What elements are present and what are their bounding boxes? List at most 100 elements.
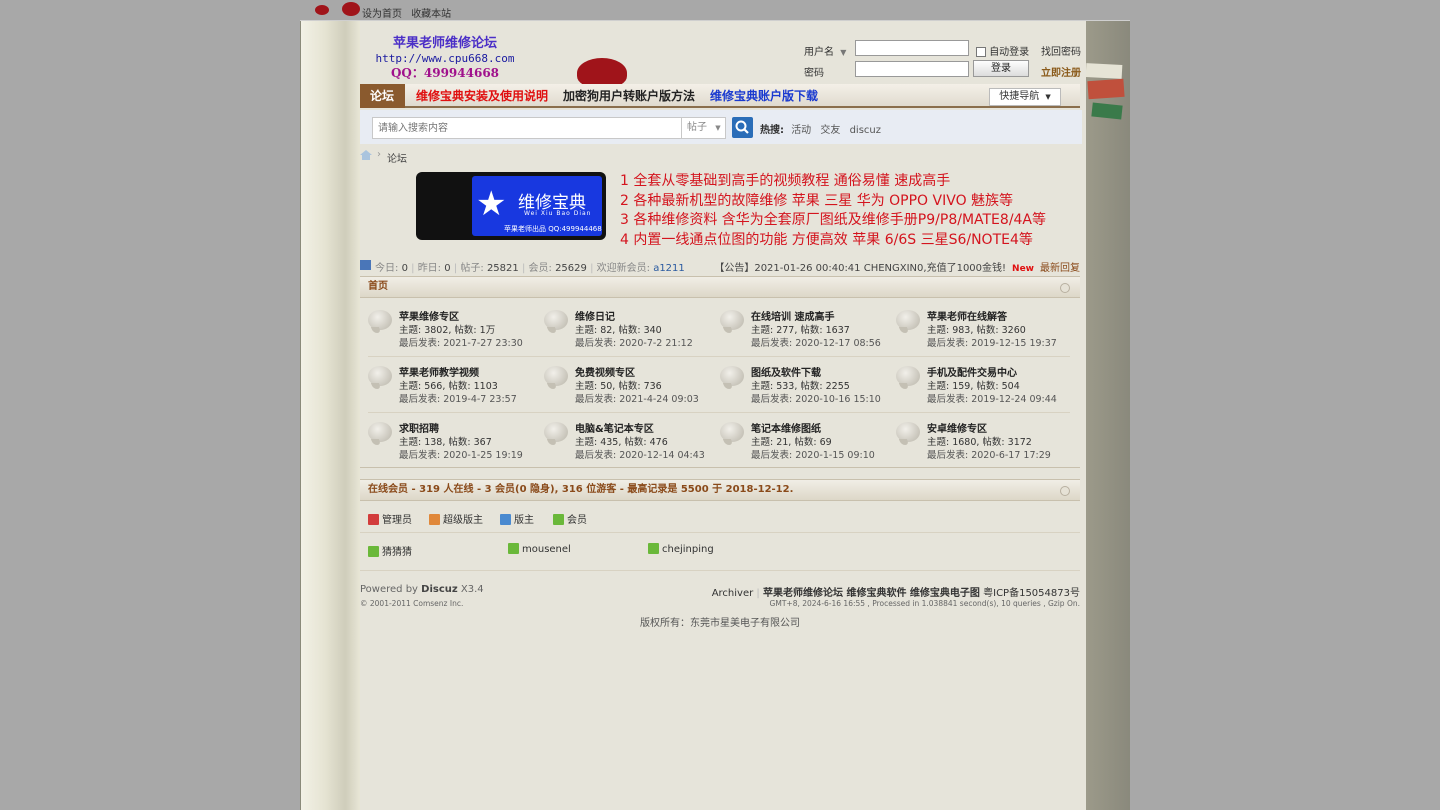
announcement[interactable]: 【公告】2021-01-26 00:40:41 CHENGXIN0,充值了100… — [714, 263, 1006, 274]
quick-nav-button[interactable]: 快捷导航 ▼ — [989, 88, 1061, 106]
banner-text[interactable]: 1 全套从零基础到高手的视频教程 通俗易懂 速成高手 2 各种最新机型的故障维修… — [620, 172, 1070, 250]
bookmark-tab — [1085, 63, 1123, 79]
discuz-link[interactable]: Discuz — [421, 584, 458, 595]
forum-item[interactable]: 免费视频专区 主题: 50, 帖数: 736 最后发表: 2021-4-24 09:… — [536, 358, 712, 408]
forum-last-post[interactable]: 最后发表: 2020-12-14 04:43 — [575, 449, 705, 462]
hot-search-term[interactable]: 交友 — [820, 125, 840, 136]
archiver-link[interactable]: Archiver — [712, 588, 754, 599]
bookmark-link[interactable]: 收藏本站 — [411, 9, 451, 20]
forum-item[interactable]: 图纸及软件下载 主题: 533, 帖数: 2255 最后发表: 2020-10-16… — [712, 358, 888, 408]
divider — [360, 570, 1080, 571]
forum-section-title[interactable]: 首页 — [368, 281, 388, 292]
forum-last-post[interactable]: 最后发表: 2020-12-17 08:56 — [751, 337, 881, 350]
online-user-name: 猜猜猜 — [382, 547, 412, 558]
forum-name[interactable]: 图纸及软件下载 — [751, 367, 821, 380]
forum-last-post[interactable]: 最后发表: 2021-4-24 09:03 — [575, 393, 699, 406]
login-button[interactable]: 登录 — [973, 60, 1029, 77]
search-input[interactable] — [372, 117, 682, 139]
site-links[interactable]: 苹果老师维修论坛 维修宝典软件 维修宝典电子图 — [763, 588, 980, 599]
forum-item[interactable]: 手机及配件交易中心 主题: 159, 帖数: 504 最后发表: 2019-12-2… — [888, 358, 1064, 408]
search-button[interactable] — [732, 117, 753, 138]
forum-bubble-icon — [896, 366, 920, 386]
forum-stats: 主题: 277, 帖数: 1637 — [751, 325, 850, 336]
forum-last-post[interactable]: 最后发表: 2020-6-17 17:29 — [927, 449, 1051, 462]
home-icon[interactable] — [360, 150, 372, 160]
forum-name[interactable]: 免费视频专区 — [575, 367, 635, 380]
icp-link[interactable]: 粤ICP备15054873号 — [983, 588, 1080, 599]
forum-stats: 主题: 1680, 帖数: 3172 — [927, 437, 1032, 448]
forum-last-post[interactable]: 最后发表: 2020-1-25 19:19 — [399, 449, 523, 462]
password-input[interactable] — [855, 61, 969, 77]
legend-label: 管理员 — [382, 515, 412, 526]
breadcrumb-separator: › — [377, 149, 381, 160]
nav-dongle-transfer[interactable]: 加密狗用户转账户版方法 — [553, 84, 705, 108]
forum-last-post[interactable]: 最后发表: 2020-7-2 21:12 — [575, 337, 693, 350]
forum-name[interactable]: 苹果老师在线解答 — [927, 311, 1007, 324]
forum-name[interactable]: 在线培训 速成高手 — [751, 311, 834, 324]
forum-item[interactable]: 维修日记 主题: 82, 帖数: 340 最后发表: 2020-7-2 21:12 — [536, 302, 712, 352]
online-user[interactable]: 猜猜猜 — [368, 543, 412, 558]
forum-name[interactable]: 手机及配件交易中心 — [927, 367, 1017, 380]
search-type-select[interactable]: 帖子 ▼ — [681, 117, 726, 139]
username-label: 用户名 — [804, 47, 834, 58]
forum-item[interactable]: 安卓维修专区 主题: 1680, 帖数: 3172 最后发表: 2020-6-17 … — [888, 414, 1064, 464]
hot-search-term[interactable]: 活动 — [791, 125, 811, 136]
online-user-name: mousenel — [522, 544, 571, 555]
forum-name[interactable]: 笔记本维修图纸 — [751, 423, 821, 436]
online-summary[interactable]: 在线会员 - 319 人在线 - 3 会员(0 隐身), 316 位游客 - 最… — [368, 484, 793, 495]
forum-bubble-icon — [720, 422, 744, 442]
auto-login-checkbox[interactable] — [976, 47, 986, 57]
forum-name[interactable]: 电脑&笔记本专区 — [575, 423, 654, 436]
nav-install-guide[interactable]: 维修宝典安装及使用说明 — [406, 84, 558, 108]
online-user[interactable]: mousenel — [508, 543, 571, 555]
forum-name[interactable]: 苹果老师教学视频 — [399, 367, 479, 380]
book-spine — [300, 21, 360, 810]
forum-name[interactable]: 安卓维修专区 — [927, 423, 987, 436]
forum-item[interactable]: 苹果维修专区 主题: 3802, 帖数: 1万 最后发表: 2021-7-27 23… — [360, 302, 536, 352]
breadcrumb-forum[interactable]: 论坛 — [387, 150, 407, 165]
forum-item[interactable]: 求职招聘 主题: 138, 帖数: 367 最后发表: 2020-1-25 19:1… — [360, 414, 536, 464]
forum-item[interactable]: 笔记本维修图纸 主题: 21, 帖数: 69 最后发表: 2020-1-15 09:… — [712, 414, 888, 464]
star-icon: ★ — [476, 184, 507, 224]
newest-member-link[interactable]: a1211 — [653, 263, 685, 274]
username-input[interactable] — [855, 40, 969, 56]
forum-item[interactable]: 电脑&笔记本专区 主题: 435, 帖数: 476 最后发表: 2020-12-14… — [536, 414, 712, 464]
bookmark-tab — [1091, 102, 1123, 120]
forum-bubble-icon — [896, 422, 920, 442]
forum-last-post[interactable]: 最后发表: 2021-7-27 23:30 — [399, 337, 523, 350]
hot-search-term[interactable]: discuz — [850, 125, 881, 136]
nav-account-download[interactable]: 维修宝典账户版下载 — [700, 84, 828, 108]
forum-name[interactable]: 求职招聘 — [399, 423, 439, 436]
hot-search-label: 热搜: — [760, 125, 784, 136]
online-user[interactable]: chejinping — [648, 543, 714, 555]
register-link[interactable]: 立即注册 — [1041, 64, 1081, 79]
site-url: http://www.cpu668.com — [375, 52, 515, 65]
posts-label: 帖子: — [460, 263, 484, 274]
forum-last-post[interactable]: 最后发表: 2020-10-16 15:10 — [751, 393, 881, 406]
forum-name[interactable]: 苹果维修专区 — [399, 311, 459, 324]
forum-last-post[interactable]: 最后发表: 2019-12-24 09:44 — [927, 393, 1057, 406]
posts-count: 25821 — [486, 263, 519, 274]
collapse-icon[interactable] — [1060, 486, 1070, 496]
forum-last-post[interactable]: 最后发表: 2019-12-15 19:37 — [927, 337, 1057, 350]
password-label: 密码 — [804, 68, 824, 79]
user-icon — [648, 543, 659, 554]
forum-item[interactable]: 在线培训 速成高手 主题: 277, 帖数: 1637 最后发表: 2020-12-… — [712, 302, 888, 352]
set-homepage-link[interactable]: 设为首页 — [362, 9, 402, 20]
forgot-password-link[interactable]: 找回密码 — [1041, 43, 1081, 58]
product-banner-image[interactable]: ★ 维修宝典 Wei Xiu Bao Dian 苹果老师出品 QQ:499944… — [416, 172, 606, 240]
site-logo[interactable]: 苹果老师维修论坛 http://www.cpu668.com QQ：499944… — [370, 36, 520, 81]
collapse-icon[interactable] — [1060, 283, 1070, 293]
nav-forum[interactable]: 论坛 — [360, 84, 405, 108]
forum-item[interactable]: 苹果老师在线解答 主题: 983, 帖数: 3260 最后发表: 2019-12-1… — [888, 302, 1064, 352]
forum-last-post[interactable]: 最后发表: 2020-1-15 09:10 — [751, 449, 875, 462]
latest-reply-link[interactable]: 最新回复 — [1040, 263, 1080, 274]
chevron-down-icon[interactable]: ▼ — [840, 48, 846, 57]
forum-stats: 主题: 82, 帖数: 340 — [575, 325, 662, 336]
forum-item[interactable]: 苹果老师教学视频 主题: 566, 帖数: 1103 最后发表: 2019-4-7 … — [360, 358, 536, 408]
legend-super-mod: 超级版主 — [429, 511, 483, 526]
forum-last-post[interactable]: 最后发表: 2019-4-7 23:57 — [399, 393, 517, 406]
forum-section-header: 首页 — [360, 276, 1080, 298]
book-cover-edge — [1086, 21, 1130, 810]
forum-name[interactable]: 维修日记 — [575, 311, 615, 324]
